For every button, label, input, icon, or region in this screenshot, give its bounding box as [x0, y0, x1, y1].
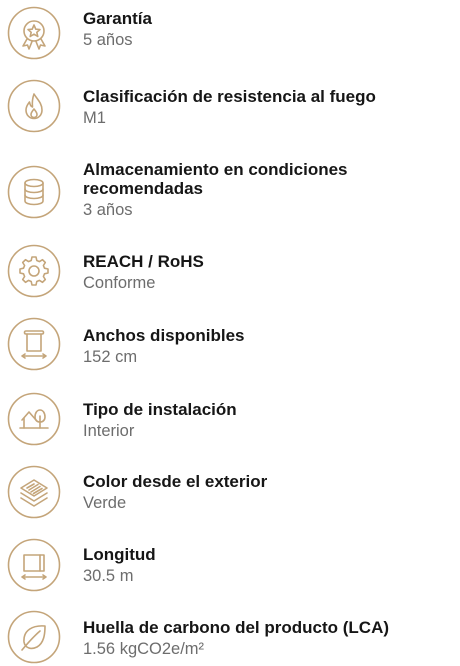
leaf-icon — [7, 610, 61, 664]
spec-title: REACH / RoHS — [83, 252, 204, 271]
flame-icon — [7, 79, 61, 133]
spec-title: Clasificación de resistencia al fuego — [83, 87, 376, 106]
spec-value: Conforme — [83, 274, 156, 292]
warranty-badge-icon — [7, 6, 61, 60]
spec-value: 152 cm — [83, 348, 138, 366]
storage-database-icon — [7, 165, 61, 219]
roll-width-icon — [7, 317, 61, 371]
gear-icon — [7, 244, 61, 298]
spec-value: Verde — [83, 494, 127, 512]
spec-value: M1 — [83, 109, 106, 127]
spec-value: 1.56 kgCO2e/m² — [83, 640, 205, 658]
spec-value: Interior — [83, 422, 135, 440]
spec-title: Tipo de instalación — [83, 400, 237, 419]
spec-value: 30.5 m — [83, 567, 134, 585]
indoor-plant-icon — [7, 392, 61, 446]
roll-length-icon — [7, 538, 61, 592]
spec-title: Garantía — [83, 9, 152, 28]
spec-value: 5 años — [83, 31, 133, 49]
layers-icon — [7, 465, 61, 519]
spec-title: Color desde el exterior — [83, 472, 268, 491]
spec-value: 3 años — [83, 201, 133, 219]
spec-title: Anchos disponibles — [83, 326, 245, 345]
spec-title: Longitud — [83, 545, 156, 564]
spec-title: Huella de carbono del producto (LCA) — [83, 618, 390, 637]
spec-title: Almacenamiento en condiciones recomendad… — [83, 160, 348, 198]
product-spec-list: Garantía 5 años Clasificación de resiste… — [0, 0, 460, 666]
